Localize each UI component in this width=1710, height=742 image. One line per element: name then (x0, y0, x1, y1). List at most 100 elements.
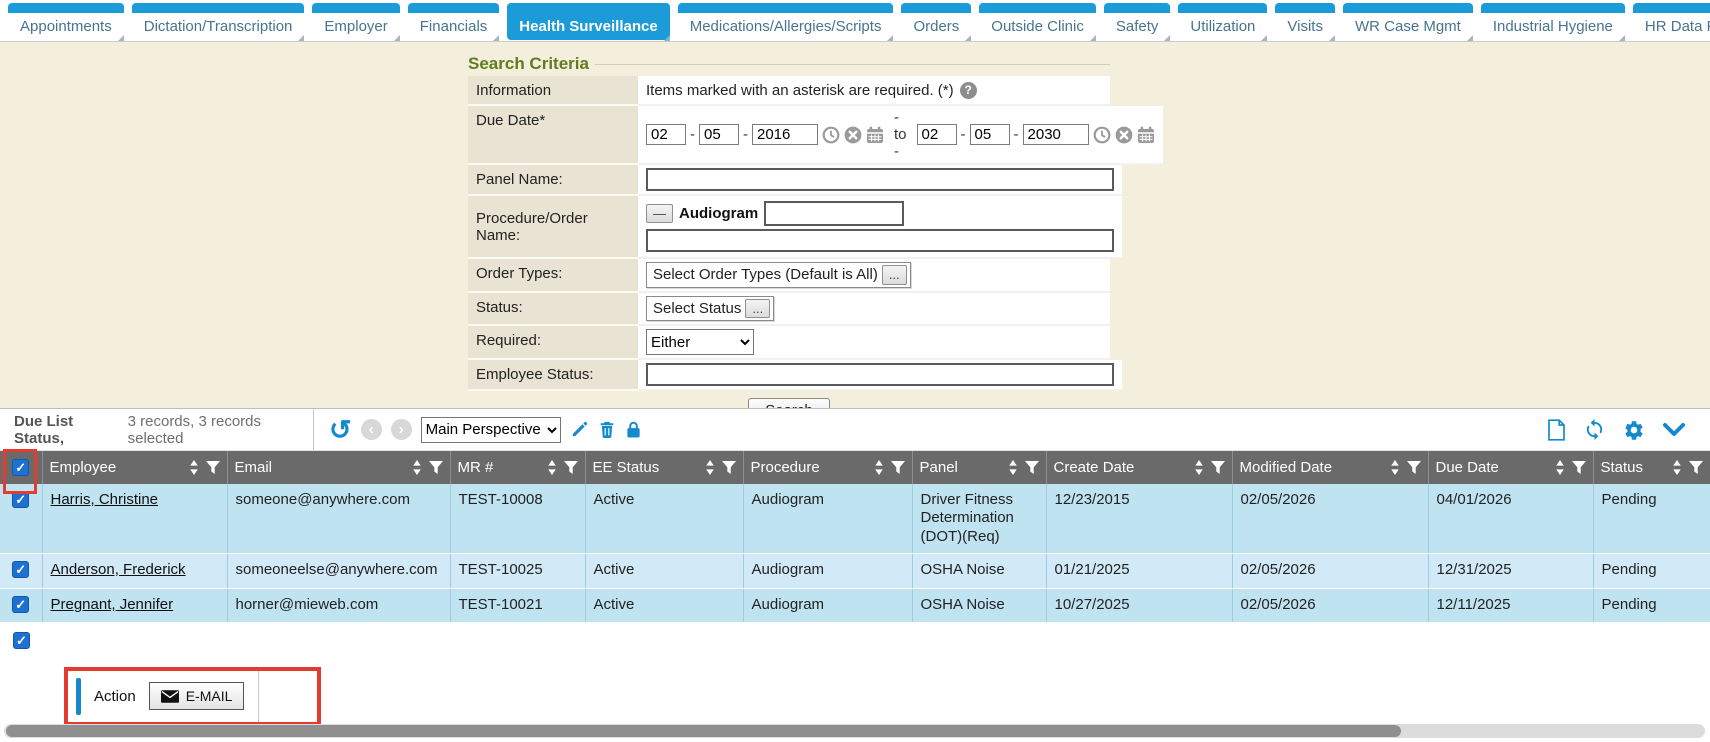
column-header-modified-date[interactable]: Modified Date (1232, 451, 1428, 484)
clear-date-icon[interactable] (1115, 126, 1133, 144)
table-header-row: Employee Email MR # EE Status Procedure … (0, 451, 1710, 484)
sort-icon[interactable] (412, 460, 422, 475)
column-header-ee-status[interactable]: EE Status (585, 451, 743, 484)
tab-employer[interactable]: Employer (312, 3, 399, 40)
tab-orders[interactable]: Orders (901, 3, 971, 40)
column-header-create-date[interactable]: Create Date (1046, 451, 1232, 484)
procedure-cell: Audiogram (743, 553, 912, 588)
column-header-mr[interactable]: MR # (450, 451, 585, 484)
clock-icon[interactable] (1093, 126, 1111, 144)
select-all-checkbox[interactable] (12, 459, 29, 476)
edit-perspective-icon[interactable] (570, 420, 589, 439)
filter-icon[interactable] (564, 461, 578, 475)
tab-safety[interactable]: Safety (1104, 3, 1171, 40)
delete-perspective-icon[interactable] (598, 420, 616, 439)
employee-status-label: Employee Status: (468, 360, 638, 391)
tab-health-surveillance[interactable]: Health Surveillance (507, 3, 669, 40)
column-header-employee[interactable]: Employee (42, 451, 227, 484)
column-header-procedure[interactable]: Procedure (743, 451, 912, 484)
remove-procedure-button[interactable]: — (646, 204, 673, 224)
tab-utilization[interactable]: Utilization (1178, 3, 1267, 40)
row-checkbox[interactable] (12, 491, 29, 508)
due-date-label: Due Date* (468, 106, 638, 165)
sort-icon[interactable] (1390, 460, 1400, 475)
mr-cell: TEST-10025 (450, 553, 585, 588)
date-hyphen: - (743, 126, 748, 143)
tab-medications-allergies-scripts[interactable]: Medications/Allergies/Scripts (678, 3, 894, 40)
tab-industrial-hygiene[interactable]: Industrial Hygiene (1481, 3, 1625, 40)
filter-icon[interactable] (1689, 461, 1703, 475)
email-button[interactable]: E-MAIL (149, 682, 245, 710)
clear-date-icon[interactable] (844, 126, 862, 144)
sort-icon[interactable] (705, 460, 715, 475)
select-all-footer-checkbox[interactable] (13, 632, 30, 649)
tab-visits[interactable]: Visits (1275, 3, 1335, 40)
sort-icon[interactable] (547, 460, 557, 475)
horizontal-scrollbar-thumb[interactable] (6, 725, 1401, 737)
filter-icon[interactable] (1572, 461, 1586, 475)
new-document-icon[interactable] (1547, 419, 1566, 441)
tab-wr-case-mgmt[interactable]: WR Case Mgmt (1343, 3, 1473, 40)
tab-dictation-transcription[interactable]: Dictation/Transcription (132, 3, 305, 40)
due-date-to-month-input[interactable] (917, 124, 957, 145)
status-cell: Pending (1593, 553, 1710, 588)
clock-icon[interactable] (822, 126, 840, 144)
column-header-panel[interactable]: Panel (912, 451, 1046, 484)
row-checkbox[interactable] (12, 596, 29, 613)
calendar-icon[interactable] (1137, 126, 1155, 144)
employee-link[interactable]: Harris, Christine (51, 491, 159, 508)
sort-icon[interactable] (189, 460, 199, 475)
procedure-search-input[interactable] (764, 201, 904, 226)
help-icon[interactable] (960, 82, 977, 99)
employee-link[interactable]: Pregnant, Jennifer (51, 596, 174, 613)
filter-icon[interactable] (1407, 461, 1421, 475)
filter-icon[interactable] (429, 461, 443, 475)
column-header-due-date[interactable]: Due Date (1428, 451, 1593, 484)
collapse-chevron-icon[interactable] (1662, 422, 1686, 438)
status-picker[interactable]: Select Status ... (646, 296, 774, 322)
due-date-to-day-input[interactable] (970, 124, 1010, 145)
employee-link[interactable]: Anderson, Frederick (51, 561, 186, 578)
sort-icon[interactable] (874, 460, 884, 475)
ee-status-cell: Active (585, 588, 743, 622)
tab-outside-clinic[interactable]: Outside Clinic (979, 3, 1096, 40)
annotation-action-bar: Action E-MAIL (64, 667, 321, 726)
sort-icon[interactable] (1194, 460, 1204, 475)
refresh-icon[interactable] (1583, 418, 1606, 441)
select-all-header-checkbox-cell (0, 451, 42, 484)
calendar-icon[interactable] (866, 126, 884, 144)
panel-name-input[interactable] (646, 168, 1114, 191)
gear-icon[interactable] (1623, 419, 1645, 441)
status-more-button[interactable]: ... (745, 299, 770, 319)
sort-icon[interactable] (1555, 460, 1565, 475)
due-date-to-year-input[interactable] (1023, 124, 1089, 145)
filter-icon[interactable] (722, 461, 736, 475)
column-header-email[interactable]: Email (227, 451, 450, 484)
filter-icon[interactable] (1025, 461, 1039, 475)
due-date-from-day-input[interactable] (699, 124, 739, 145)
tab-financials[interactable]: Financials (408, 3, 500, 40)
filter-icon[interactable] (1211, 461, 1225, 475)
sort-icon[interactable] (1672, 460, 1682, 475)
tab-hr-data-feed[interactable]: HR Data Feed (1633, 3, 1710, 40)
next-page-icon[interactable] (391, 419, 412, 440)
required-select[interactable]: Either (646, 329, 754, 355)
perspective-select[interactable]: Main Perspective (421, 417, 561, 443)
sort-icon[interactable] (1008, 460, 1018, 475)
filter-icon[interactable] (891, 461, 905, 475)
lock-icon[interactable] (625, 420, 642, 439)
tab-label: Appointments (20, 18, 112, 35)
column-header-status[interactable]: Status (1593, 451, 1710, 484)
previous-page-icon[interactable] (361, 419, 382, 440)
order-types-picker[interactable]: Select Order Types (Default is All) ... (646, 262, 911, 288)
horizontal-scrollbar[interactable] (4, 724, 1705, 738)
due-date-from-month-input[interactable] (646, 124, 686, 145)
due-date-from-year-input[interactable] (752, 124, 818, 145)
tab-appointments[interactable]: Appointments (8, 3, 124, 40)
employee-status-input[interactable] (646, 363, 1114, 386)
undo-icon[interactable] (329, 420, 352, 440)
order-types-more-button[interactable]: ... (882, 265, 907, 285)
procedure-name-input[interactable] (646, 229, 1114, 252)
filter-icon[interactable] (206, 461, 220, 475)
row-checkbox[interactable] (12, 561, 29, 578)
